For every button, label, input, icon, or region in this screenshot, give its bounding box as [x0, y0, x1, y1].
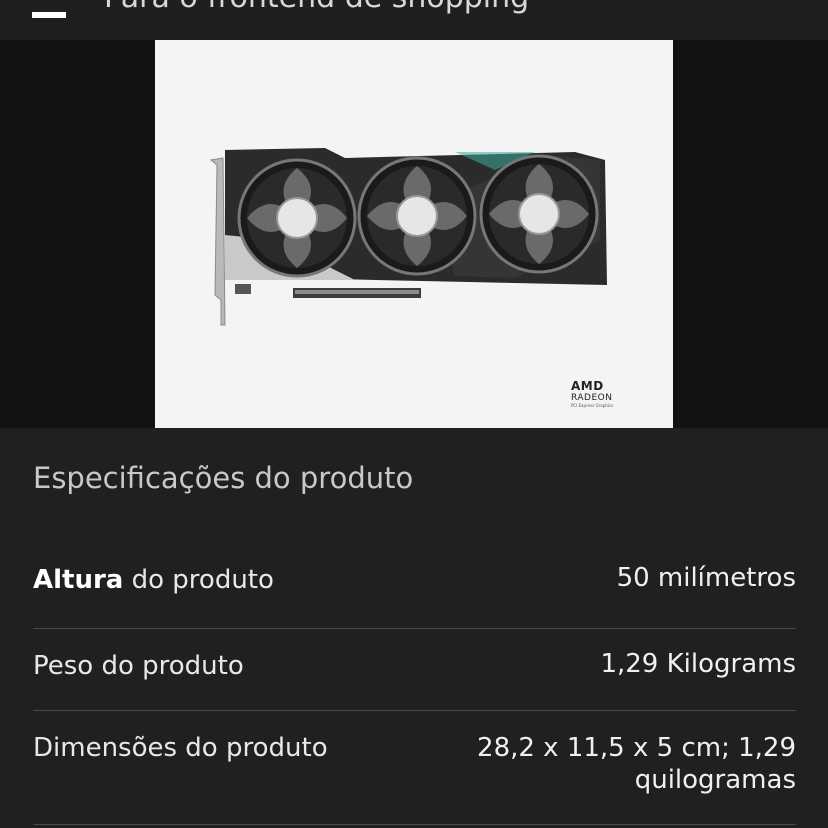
- spec-label: Altura do produto: [33, 565, 274, 595]
- spec-value: 1,29 Kilograms: [600, 649, 796, 679]
- spec-value: 28,2 x 11,5 x 5 cm; 1,29 quilogramas: [477, 732, 796, 796]
- amd-radeon-logo: AMD RADEON PCI Express Graphics: [571, 380, 613, 408]
- spec-label: Dimensões do produto: [33, 733, 328, 763]
- amd-logo-brand: AMD: [571, 379, 604, 393]
- spec-value-line: 28,2 x 11,5 x 5 cm; 1,29: [477, 733, 796, 763]
- product-image-area: AMD RADEON PCI Express Graphics: [0, 40, 828, 428]
- spec-value: 50 milímetros: [616, 563, 796, 593]
- top-bar: Para o frontend de shopping: [0, 0, 828, 41]
- spec-row-weight: Peso do produto 1,29 Kilograms: [33, 629, 796, 711]
- amd-logo-tagline: PCI Express Graphics: [571, 403, 614, 408]
- spec-label-rest: do produto: [123, 565, 274, 595]
- specifications-title: Especificações do produto: [33, 461, 414, 495]
- spec-label: Peso do produto: [33, 651, 244, 681]
- spec-value-line: quilogramas: [634, 765, 796, 795]
- top-bar-title: Para o frontend de shopping: [104, 0, 529, 15]
- spec-label-bold: Altura: [33, 565, 124, 595]
- hamburger-menu-icon[interactable]: [32, 12, 66, 18]
- spec-row-dimensions: Dimensões do produto 28,2 x 11,5 x 5 cm;…: [33, 711, 796, 825]
- spec-row-height: Altura do produto 50 milímetros: [33, 534, 796, 629]
- product-image[interactable]: AMD RADEON PCI Express Graphics: [155, 40, 673, 428]
- graphics-card-illustration: [209, 148, 607, 326]
- amd-logo-product: RADEON: [571, 393, 613, 403]
- product-specifications: Especificações do produto Altura do prod…: [0, 428, 828, 828]
